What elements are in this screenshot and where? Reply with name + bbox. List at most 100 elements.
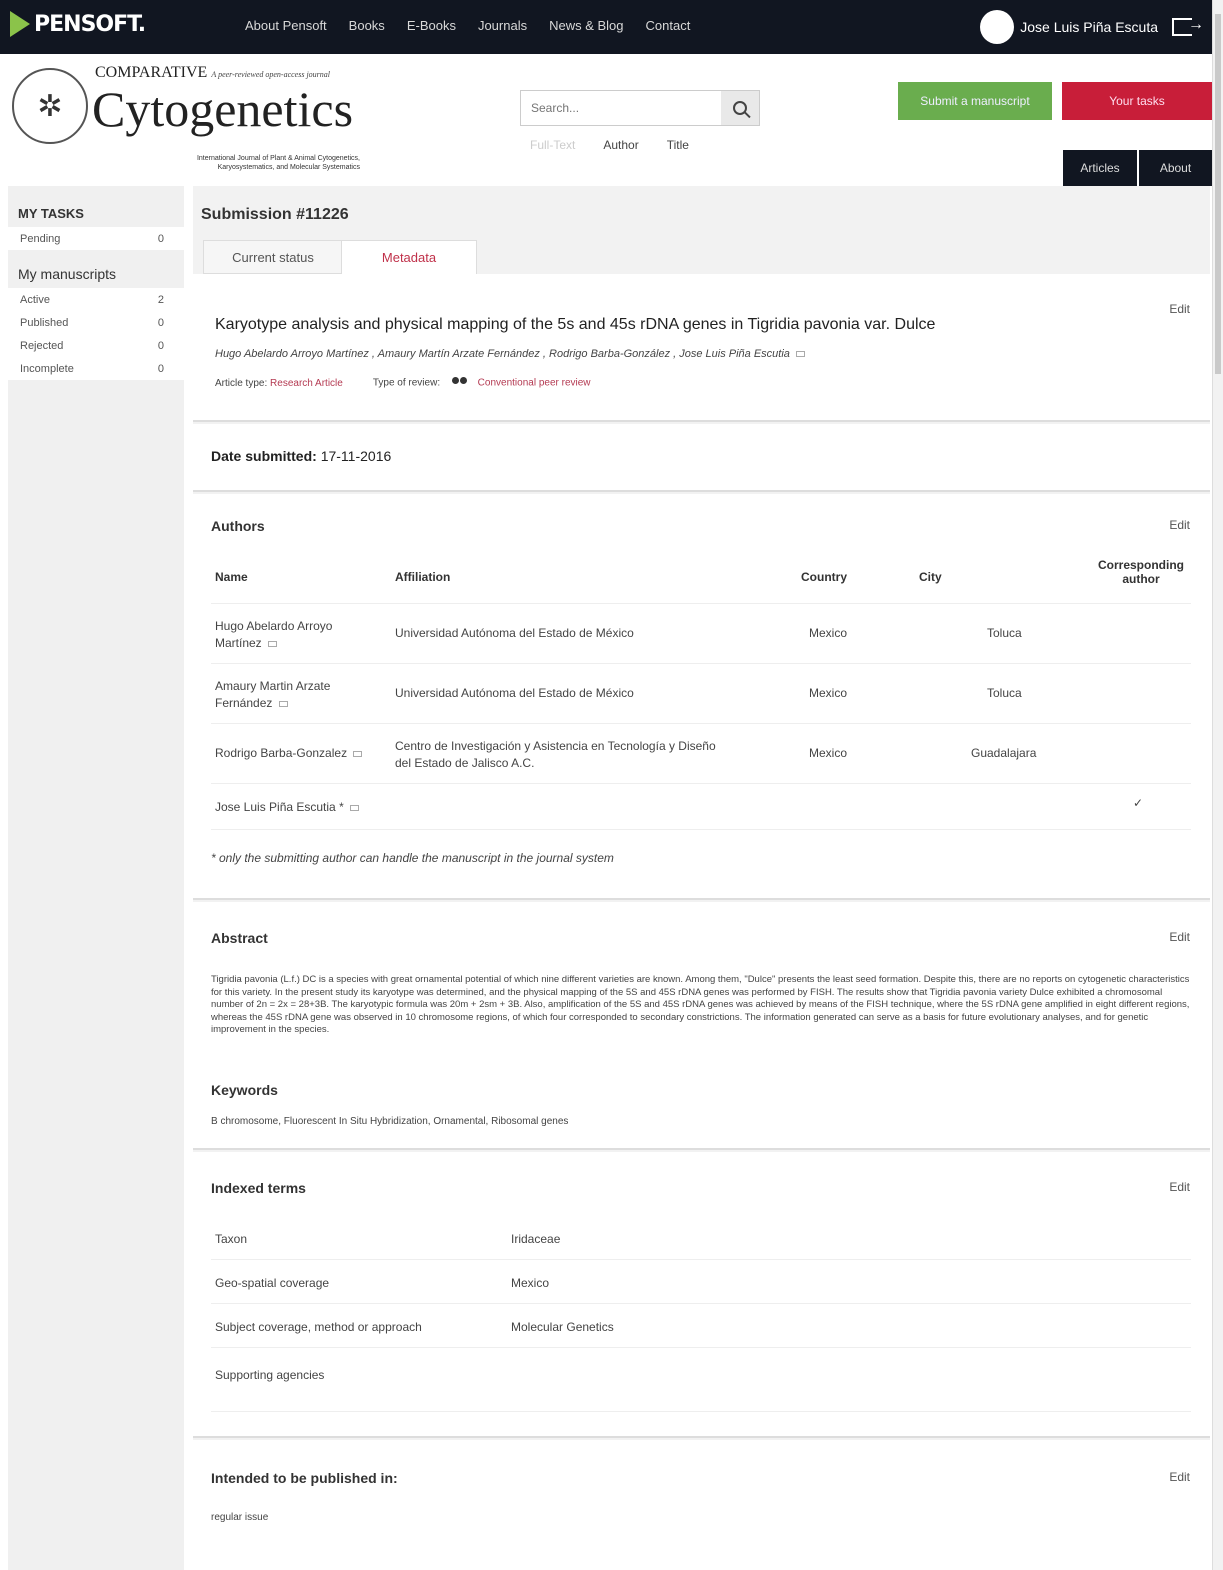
journal-title-small: COMPARATIVE A peer-reviewed open-access … (95, 64, 330, 82)
mail-icon[interactable] (795, 351, 805, 358)
pensoft-logo-text: PENSOFT. (34, 11, 146, 37)
sidebar-item-pending[interactable]: Pending 0 (8, 227, 184, 250)
sidebar-item-published[interactable]: Published 0 (8, 311, 184, 334)
publish-value: regular issue (211, 1512, 269, 1523)
sidebar-item-label: Pending (20, 232, 61, 245)
mail-icon[interactable] (353, 750, 363, 757)
author-affiliation-line1: Centro de Investigación y Asistencia en … (395, 739, 716, 753)
search-input[interactable] (521, 91, 721, 125)
author-name-line1: Rodrigo Barba-Gonzalez (215, 746, 348, 760)
nav-books[interactable]: Books (349, 18, 385, 33)
sidebar-item-count: 0 (157, 362, 164, 375)
sidebar-item-count: 0 (157, 232, 164, 245)
journal-subtitle: International Journal of Plant & Animal … (160, 154, 360, 172)
top-navbar: PENSOFT. About Pensoft Books E-Books Jou… (0, 0, 1212, 54)
nav-about-pensoft[interactable]: About Pensoft (245, 18, 327, 33)
author-name-line1: Jose Luis Piña Escutia * (215, 800, 344, 814)
review-type-value: Conventional peer review (477, 377, 591, 389)
authors-table: Name Affiliation Country City Correspond… (211, 556, 1191, 830)
search-opt-fulltext[interactable]: Full-Text (530, 138, 575, 152)
journal-title-comparative: COMPARATIVE (95, 64, 208, 81)
submit-manuscript-button[interactable]: Submit a manuscript (898, 82, 1052, 120)
table-row: Rodrigo Barba-Gonzalez Centro de Investi… (211, 724, 1191, 784)
nav-contact[interactable]: Contact (646, 18, 691, 33)
mail-icon[interactable] (278, 700, 288, 707)
author-line: Hugo Abelardo Arroyo Martínez , Amaury M… (215, 348, 805, 360)
articles-button[interactable]: Articles (1063, 150, 1137, 186)
search-opt-title[interactable]: Title (667, 138, 689, 152)
edit-publish-link[interactable]: Edit (1169, 1470, 1190, 1484)
author-country-cell: Mexico (809, 686, 848, 700)
tab-metadata[interactable]: Metadata (341, 240, 477, 275)
search-box (520, 90, 760, 126)
pensoft-logo[interactable]: PENSOFT. (10, 11, 146, 37)
pensoft-arrow-icon (10, 11, 30, 37)
nav-ebooks[interactable]: E-Books (407, 18, 456, 33)
nav-news-blog[interactable]: News & Blog (549, 18, 623, 33)
author-name-cell: Jose Luis Piña Escutia * (215, 800, 360, 814)
author-name-line2: Fernández (215, 695, 273, 710)
author-name-line1: Hugo Abelardo Arroyo (215, 619, 333, 633)
author-name-cell: Rodrigo Barba-Gonzalez (215, 746, 363, 760)
edit-indexed-link[interactable]: Edit (1169, 1180, 1190, 1194)
search-button[interactable] (721, 91, 759, 125)
article-meta: Article type: Research Article Type of r… (215, 377, 591, 389)
sidebar-item-rejected[interactable]: Rejected 0 (8, 334, 184, 357)
edit-abstract-link[interactable]: Edit (1169, 930, 1190, 944)
col-city-header: City (919, 570, 942, 584)
search-opt-author[interactable]: Author (603, 138, 638, 152)
author-city-cell: Guadalajara (971, 746, 1037, 760)
sidebar-item-active[interactable]: Active 2 (8, 288, 184, 311)
table-row: Jose Luis Piña Escutia * ✓ (211, 784, 1191, 830)
mail-icon[interactable] (350, 804, 360, 811)
table-row: Taxon Iridaceae (211, 1216, 1191, 1260)
chromosome-logo-icon[interactable]: ✲ (12, 68, 88, 144)
about-button[interactable]: About (1139, 150, 1212, 186)
sidebar-item-incomplete[interactable]: Incomplete 0 (8, 357, 184, 380)
authors-heading: Authors (211, 518, 265, 534)
indexed-value: Mexico (511, 1276, 550, 1290)
logout-icon[interactable] (1172, 16, 1204, 36)
journal-title[interactable]: Cytogenetics (92, 84, 353, 134)
search-options: Full-Text Author Title (530, 138, 689, 152)
page-scrollbar[interactable] (1212, 0, 1223, 1570)
sidebar: MY TASKS Pending 0 My manuscripts Active… (8, 186, 184, 1570)
review-type-field: Type of review: Conventional peer review (373, 377, 591, 389)
article-type-label: Article type: (215, 377, 268, 389)
sidebar-item-label: Published (20, 316, 69, 329)
search-icon (733, 101, 747, 115)
my-manuscripts-heading: My manuscripts (18, 266, 117, 282)
user-name[interactable]: Jose Luis Piña Escuta (1020, 19, 1158, 35)
publish-heading: Intended to be published in: (211, 1470, 398, 1486)
mail-icon[interactable] (268, 640, 278, 647)
user-menu[interactable]: Jose Luis Piña Escuta (980, 10, 1204, 44)
date-label: Date submitted: (211, 448, 317, 464)
date-value: 17-11-2016 (320, 448, 392, 464)
col-corresponding-header: Corresponding author (1098, 558, 1184, 586)
author-affiliation-cell: Centro de Investigación y Asistencia en … (395, 738, 716, 772)
scrollbar-thumb[interactable] (1215, 14, 1221, 374)
edit-authors-link[interactable]: Edit (1169, 518, 1190, 532)
corresponding-check-icon: ✓ (1133, 796, 1144, 810)
table-row: Supporting agencies (211, 1348, 1191, 1412)
avatar[interactable] (980, 10, 1015, 44)
edit-title-link[interactable]: Edit (1169, 302, 1190, 316)
journal-header: ✲ COMPARATIVE A peer-reviewed open-acces… (0, 54, 1212, 186)
table-row: Hugo Abelardo Arroyo Martínez Universida… (211, 604, 1191, 664)
indexed-key: Subject coverage, method or approach (215, 1320, 422, 1334)
indexed-terms-card: Indexed terms Edit Taxon Iridaceae Geo-s… (193, 1152, 1210, 1438)
top-nav: About Pensoft Books E-Books Journals New… (245, 18, 690, 33)
tab-current-status[interactable]: Current status (203, 240, 343, 274)
page-title: Submission #11226 (201, 206, 349, 223)
date-card: Date submitted: 17-11-2016 (193, 424, 1210, 492)
sidebar-item-label: Incomplete (20, 362, 74, 375)
author-country-cell: Mexico (809, 626, 848, 640)
indexed-key: Supporting agencies (215, 1368, 325, 1382)
nav-journals[interactable]: Journals (478, 18, 527, 33)
sidebar-item-count: 0 (157, 339, 164, 352)
journal-tagline: A peer-reviewed open-access journal (211, 70, 331, 79)
indexed-terms-heading: Indexed terms (211, 1180, 306, 1196)
tasks-list: Pending 0 (8, 227, 184, 250)
author-affiliation-line2: del Estado de Jalisco A.C. (395, 755, 535, 770)
your-tasks-button[interactable]: Your tasks (1062, 82, 1212, 120)
